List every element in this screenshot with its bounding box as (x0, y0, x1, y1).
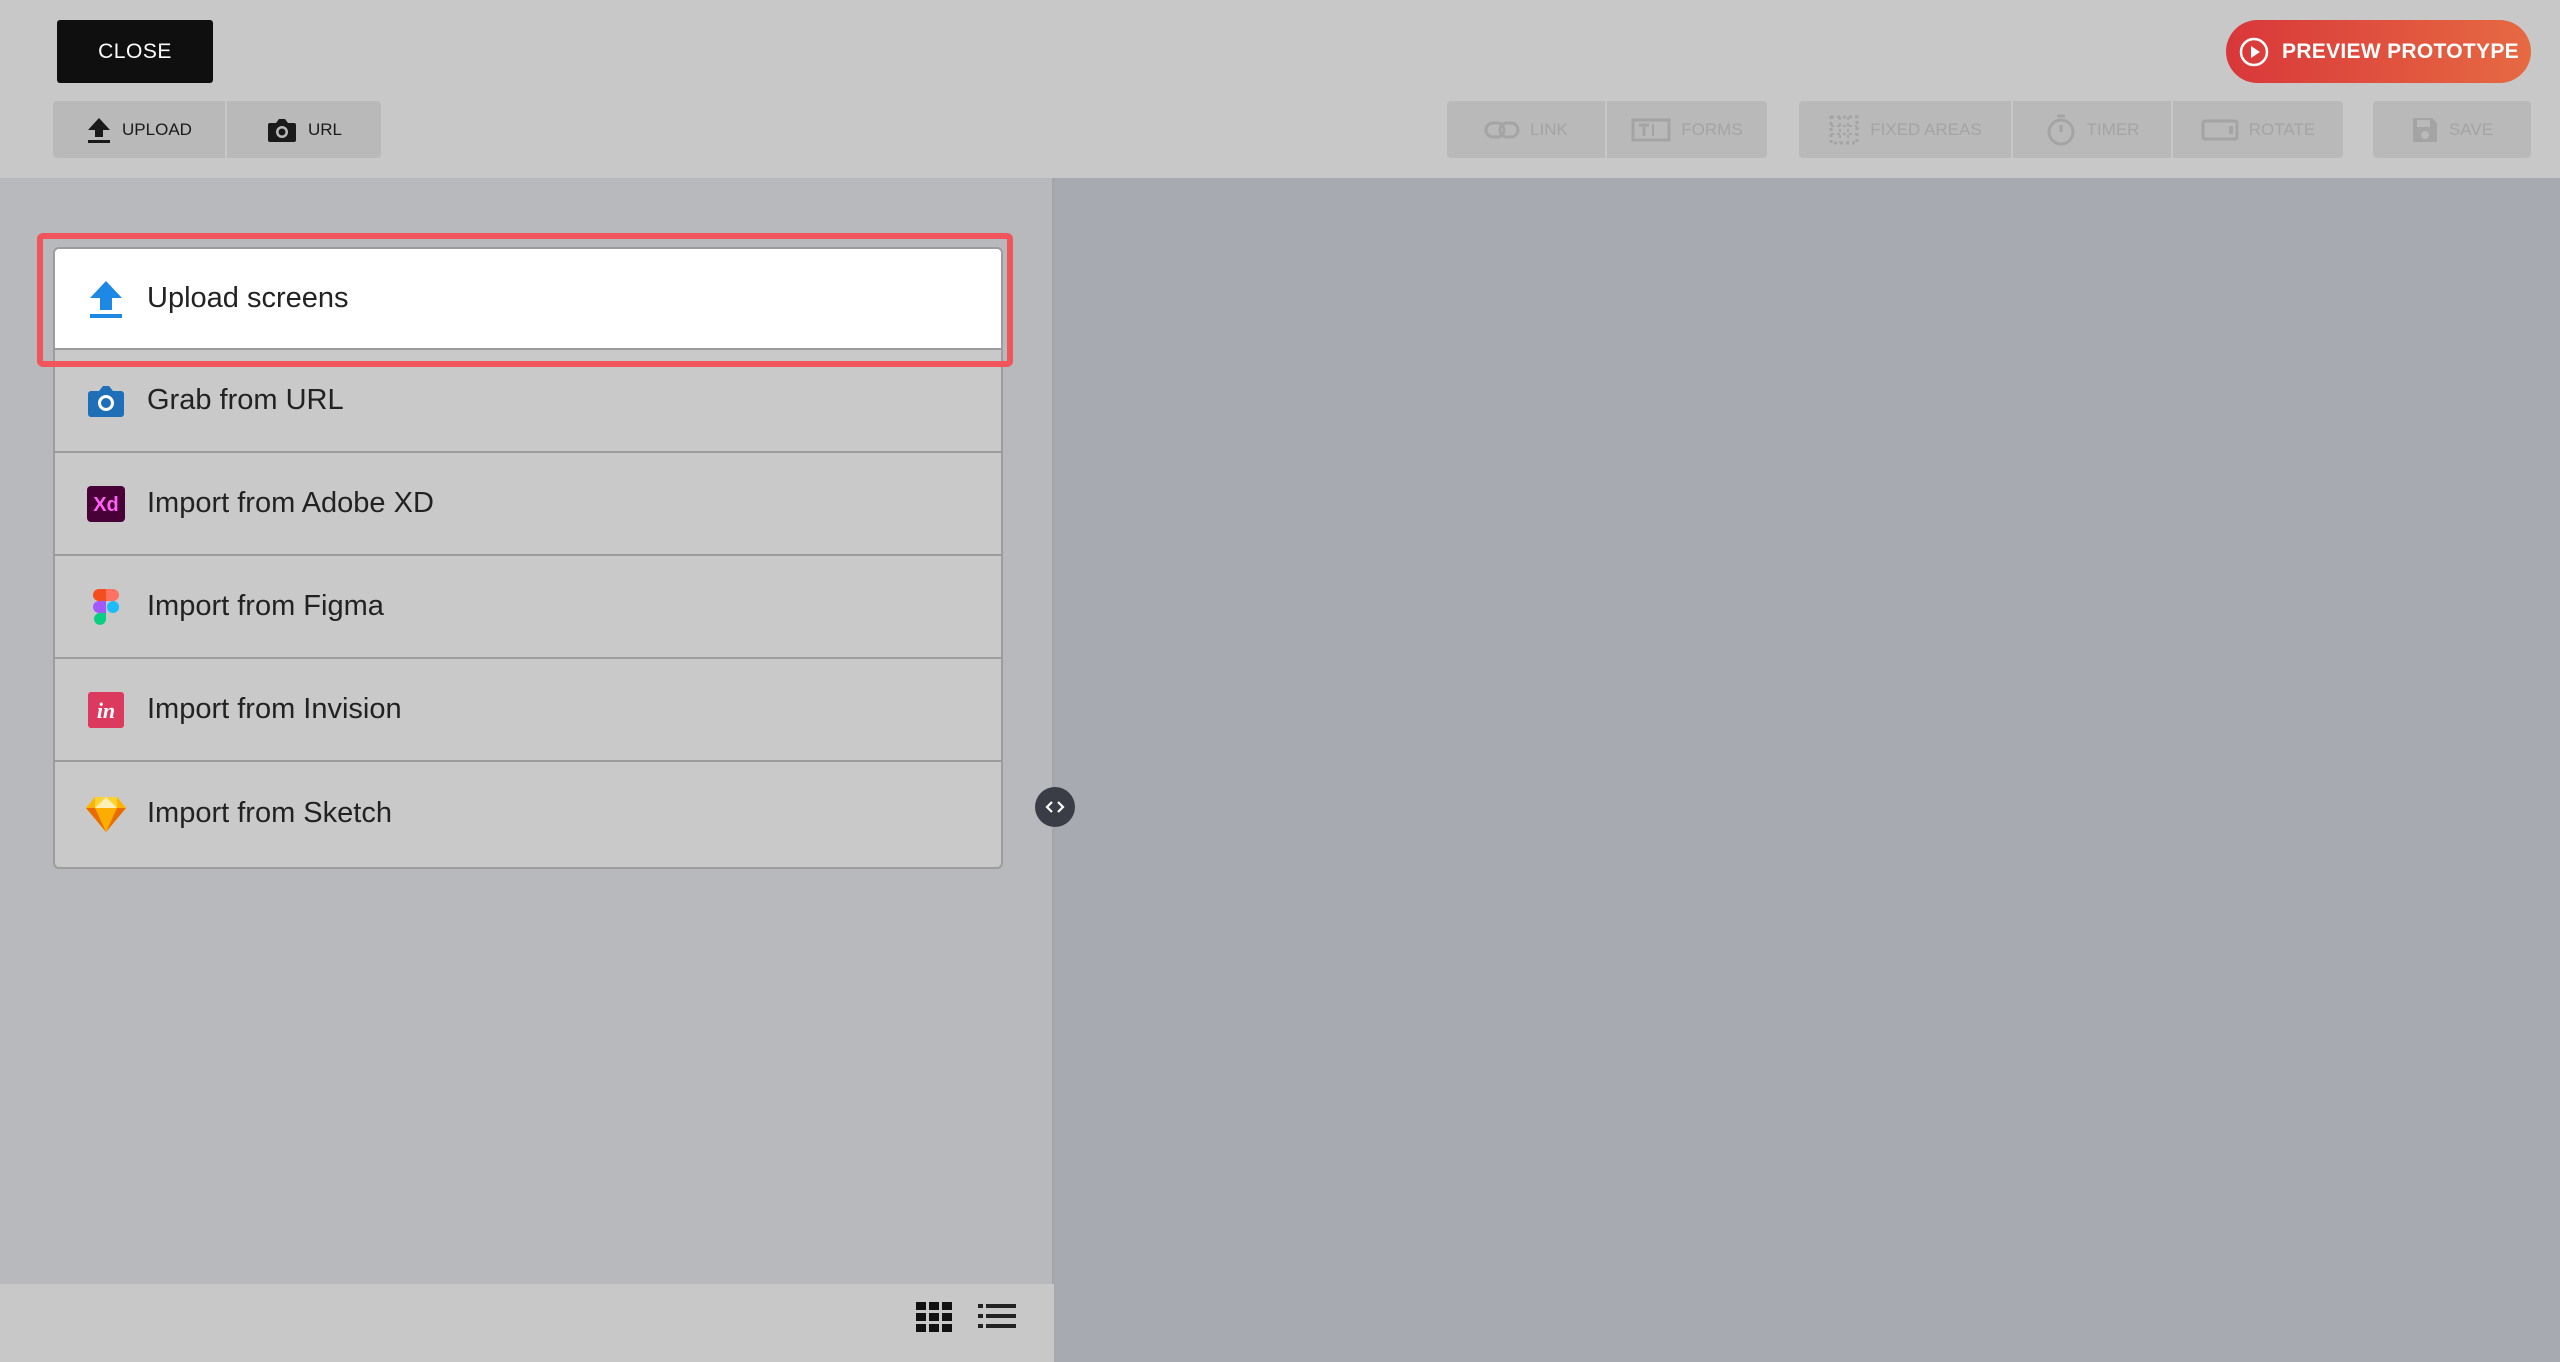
preview-prototype-button[interactable]: PREVIEW PROTOTYPE (2226, 20, 2531, 83)
list-item-label: Grab from URL (147, 384, 344, 416)
preview-prototype-label: PREVIEW PROTOTYPE (2282, 39, 2519, 63)
figma-icon (85, 586, 127, 628)
link-icon (1484, 121, 1520, 138)
fixed-areas-icon (1829, 115, 1859, 144)
import-figma-item[interactable]: Import from Figma (55, 556, 1001, 659)
forms-button-label: FORMS (1681, 119, 1743, 139)
import-invision-item[interactable]: in Import from Invision (55, 659, 1001, 762)
adobe-xd-text: Xd (93, 494, 119, 516)
upload-icon (88, 117, 111, 143)
play-circle-icon (2239, 37, 2269, 66)
rotate-button-label: ROTATE (2248, 119, 2316, 139)
sketch-icon (85, 793, 127, 835)
adobe-xd-icon: Xd (85, 483, 127, 525)
upload-button-label: UPLOAD (122, 119, 192, 139)
save-icon (2412, 117, 2437, 142)
list-view-icon[interactable] (978, 1302, 1016, 1335)
timer-icon (2047, 114, 2075, 145)
forms-icon (1631, 118, 1671, 141)
import-sketch-item[interactable]: Import from Sketch (55, 762, 1001, 865)
top-toolbar: CLOSE PREVIEW PROTOTYPE UPLOAD URL LINK … (0, 0, 2560, 178)
link-button-label: LINK (1530, 119, 1568, 139)
url-button[interactable]: URL (225, 101, 381, 158)
list-item-label: Import from Invision (147, 693, 402, 725)
fixed-areas-button[interactable]: FIXED AREAS (1799, 101, 2011, 158)
save-group: SAVE (2373, 101, 2531, 158)
view-toggle-bar (0, 1284, 1054, 1362)
interaction-tools-group: LINK FORMS (1447, 101, 1767, 158)
collapse-panel-toggle[interactable] (1035, 787, 1075, 827)
invision-icon: in (85, 689, 127, 731)
url-button-label: URL (307, 119, 342, 139)
panel-divider[interactable] (1052, 178, 1055, 1362)
code-arrows-icon (1045, 801, 1065, 813)
camera-icon (267, 118, 296, 142)
canvas-area (1054, 178, 2560, 1362)
forms-button[interactable]: FORMS (1605, 101, 1767, 158)
rotate-button[interactable]: ROTATE (2171, 101, 2343, 158)
selection-highlight (37, 233, 1013, 367)
timer-button-label: TIMER (2086, 119, 2140, 139)
list-item-label: Import from Sketch (147, 797, 392, 829)
grid-view-icon[interactable] (916, 1302, 952, 1337)
list-item-label: Import from Figma (147, 590, 384, 622)
camera-icon (85, 380, 127, 422)
link-button[interactable]: LINK (1447, 101, 1605, 158)
save-button-label: SAVE (2448, 119, 2494, 139)
upload-button[interactable]: UPLOAD (53, 101, 225, 158)
add-screens-group: UPLOAD URL (53, 101, 381, 158)
rotate-icon (2201, 119, 2239, 140)
import-adobe-xd-item[interactable]: Xd Import from Adobe XD (55, 453, 1001, 556)
close-button[interactable]: CLOSE (57, 20, 213, 83)
list-item-label: Import from Adobe XD (147, 487, 434, 519)
timer-button[interactable]: TIMER (2011, 101, 2171, 158)
save-button[interactable]: SAVE (2373, 101, 2531, 158)
screen-tools-group: FIXED AREAS TIMER ROTATE (1799, 101, 2343, 158)
fixed-areas-button-label: FIXED AREAS (1870, 119, 1982, 139)
invision-text: in (97, 698, 115, 723)
